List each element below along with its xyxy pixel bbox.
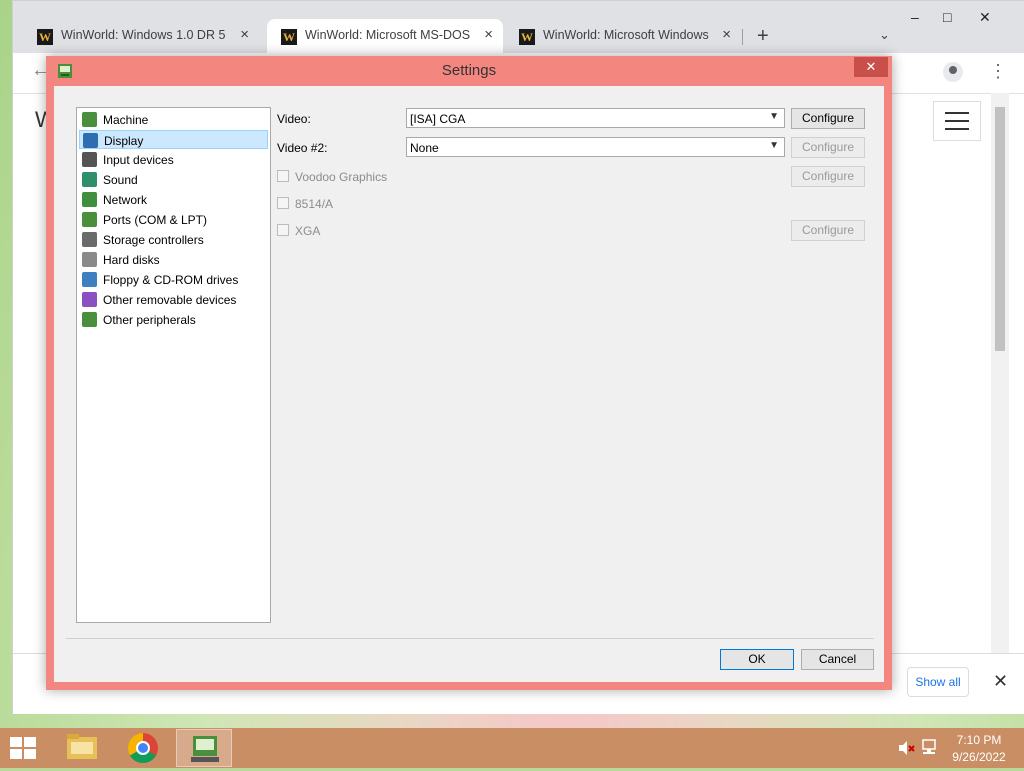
voodoo-configure-button[interactable]: Configure [791,166,865,187]
category-label: Machine [103,113,149,127]
chrome-taskbar-button[interactable] [115,729,171,767]
tab-title: WinWorld: Microsoft MS-DOS 2. [305,28,473,42]
scrollbar-thumb[interactable] [995,107,1005,351]
category-item-other-peripherals[interactable]: Other peripherals [79,310,268,329]
category-item-floppy-cd-rom-drives[interactable]: Floppy & CD-ROM drives [79,270,268,289]
category-item-machine[interactable]: Machine [79,110,268,129]
maximize-icon[interactable]: □ [943,9,951,25]
site-menu-hamburger-icon[interactable] [933,101,981,141]
profile-avatar-icon[interactable] [943,62,963,82]
peripherals-icon [82,312,97,327]
tab-title: WinWorld: Microsoft Windows 1 [543,28,711,42]
category-label: Input devices [103,153,174,167]
winworld-favicon-icon: W [519,29,535,45]
removable-devices-icon [82,292,97,307]
video-label: Video: [277,112,311,126]
chevron-down-icon: ▼ [769,111,779,122]
minimize-icon[interactable]: – [911,9,919,25]
video2-configure-button[interactable]: Configure [791,137,865,158]
close-tab-icon[interactable]: × [484,26,493,43]
category-label: Other removable devices [103,293,237,307]
start-button-icon[interactable] [10,737,38,761]
show-all-downloads-button[interactable]: Show all [907,667,969,697]
video-select-value: [ISA] CGA [410,112,466,126]
xga-checkbox[interactable] [277,224,289,236]
tab-separator [742,29,743,45]
clock-time[interactable]: 7:10 PM [944,733,1014,747]
display-icon [83,133,98,148]
category-label: Floppy & CD-ROM drives [103,273,239,287]
category-label: Hard disks [103,253,160,267]
browser-tab[interactable]: W WinWorld: Microsoft Windows 1 × [505,19,741,53]
emulator-app-icon [191,736,219,762]
dialog-body: Machine Display Input devices Sound Network P… [54,86,884,682]
video-select[interactable]: [ISA] CGA ▼ [406,108,785,128]
close-download-bar-icon[interactable]: ✕ [993,671,1008,692]
storage-controllers-icon [82,232,97,247]
new-tab-icon[interactable]: + [757,25,769,48]
tab-title: WinWorld: Windows 1.0 DR 5 [61,28,226,42]
category-item-ports-com-lpt[interactable]: Ports (COM & LPT) [79,210,268,229]
emulator-taskbar-button[interactable] [176,729,232,767]
category-label: Storage controllers [103,233,204,247]
dialog-title: Settings [441,62,497,79]
clock-date[interactable]: 9/26/2022 [944,750,1014,764]
winworld-favicon-icon: W [281,29,297,45]
xga-label: XGA [295,224,321,238]
category-label: Ports (COM & LPT) [103,213,208,227]
window-close-icon[interactable]: ✕ [979,9,991,26]
floppy-cdrom-icon [82,272,97,287]
network-icon [82,192,97,207]
browser-tab-strip: W WinWorld: Windows 1.0 DR 5 × W WinWorl… [13,1,1024,53]
sound-icon [82,172,97,187]
category-item-sound[interactable]: Sound [79,170,268,189]
file-explorer-taskbar-button[interactable] [54,729,110,767]
winworld-favicon-icon: W [37,29,53,45]
xga-configure-button[interactable]: Configure [791,220,865,241]
dialog-separator [66,638,874,639]
category-label: Display [104,134,144,148]
category-item-input-devices[interactable]: Input devices [79,150,268,169]
8514a-label: 8514/A [295,197,334,211]
category-item-display[interactable]: Display [79,130,268,149]
hard-disk-icon [82,252,97,267]
video2-select[interactable]: None ▼ [406,137,785,157]
close-tab-icon[interactable]: × [722,26,731,43]
category-item-hard-disks[interactable]: Hard disks [79,250,268,269]
category-item-network[interactable]: Network [79,190,268,209]
settings-dialog: Settings ✕ Machine Display Input devices So… [46,56,892,690]
input-devices-icon [82,152,97,167]
8514a-checkbox[interactable] [277,197,289,209]
browser-tab[interactable]: W WinWorld: Windows 1.0 DR 5 × [23,19,259,53]
browser-tab-active[interactable]: W WinWorld: Microsoft MS-DOS 2. × [267,19,503,53]
category-item-other-removable-devices[interactable]: Other removable devices [79,290,268,309]
close-tab-icon[interactable]: × [240,26,249,43]
machine-icon [82,112,97,127]
ok-button[interactable]: OK [720,649,794,670]
category-label: Sound [103,173,138,187]
video2-select-value: None [410,141,439,155]
category-label: Network [103,193,148,207]
category-label: Other peripherals [103,313,196,327]
voodoo-checkbox[interactable] [277,170,289,182]
network-icon[interactable] [920,738,940,758]
settings-category-list: Machine Display Input devices Sound Network P… [76,107,271,623]
video2-label: Video #2: [277,141,328,155]
chevron-down-icon: ▼ [769,140,779,151]
chrome-icon [127,733,158,764]
browser-menu-icon[interactable]: ⋮ [989,61,1007,82]
folder-icon [67,734,97,759]
dialog-close-button[interactable]: ✕ [854,57,888,77]
volume-muted-icon[interactable] [896,738,916,758]
voodoo-label: Voodoo Graphics [295,170,388,184]
category-item-storage-controllers[interactable]: Storage controllers [79,230,268,249]
cancel-button[interactable]: Cancel [801,649,874,670]
ports-icon [82,212,97,227]
tab-search-icon[interactable]: ⌄ [879,27,890,43]
video-configure-button[interactable]: Configure [791,108,865,129]
